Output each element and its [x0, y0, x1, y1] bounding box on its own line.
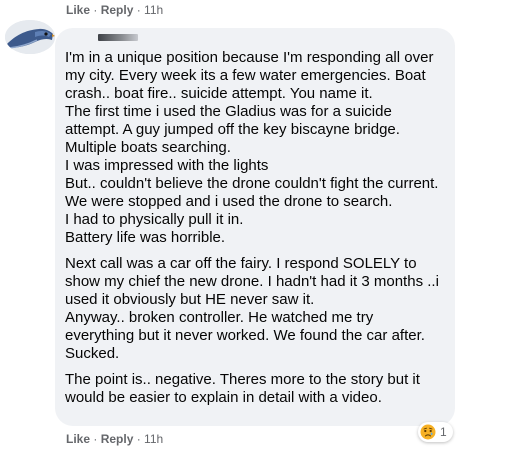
reaction-summary[interactable]: 1: [418, 422, 453, 442]
profile-picture-icon: [5, 20, 55, 54]
comment-paragraph: Next call was a car off the fairy. I res…: [65, 255, 439, 362]
comment-actions-bottom: Like · Reply · 11h: [66, 432, 163, 446]
sad-reaction-icon: [420, 424, 436, 440]
reply-link[interactable]: Reply: [101, 3, 134, 17]
comment-bubble: I'm in a unique position because I'm res…: [55, 28, 455, 426]
comment-paragraph: I'm in a unique position because I'm res…: [65, 49, 439, 246]
separator: ·: [90, 3, 101, 17]
like-link[interactable]: Like: [66, 3, 90, 17]
reply-link[interactable]: Reply: [101, 432, 134, 446]
avatar[interactable]: [5, 20, 55, 54]
comment-actions-top: Like · Reply · 11h: [66, 3, 163, 17]
separator: ·: [90, 432, 101, 446]
separator: ·: [133, 3, 145, 17]
comment-paragraph: The point is.. negative. Theres more to …: [65, 371, 420, 406]
commenter-name-redacted[interactable]: [98, 34, 138, 41]
separator: ·: [133, 432, 145, 446]
timestamp-link[interactable]: 11h: [144, 432, 163, 446]
timestamp-link[interactable]: 11h: [144, 3, 163, 17]
reaction-count: 1: [440, 425, 447, 439]
like-link[interactable]: Like: [66, 432, 90, 446]
